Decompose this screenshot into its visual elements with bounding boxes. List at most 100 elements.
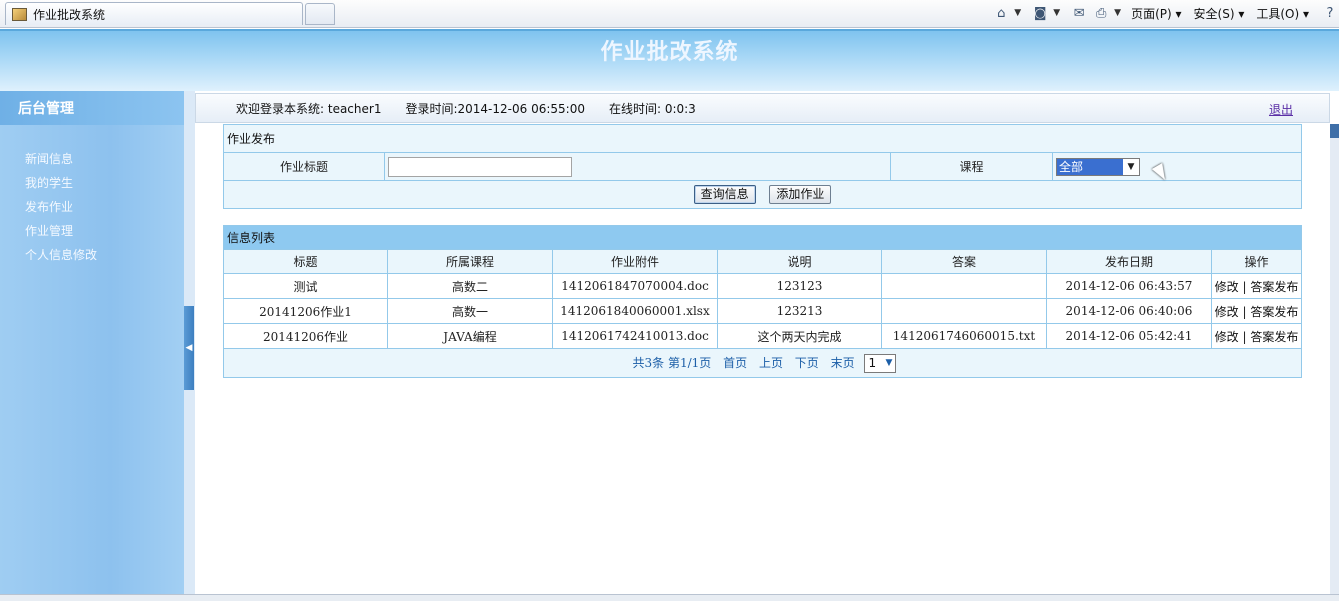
cell-date: 2014-12-06 06:43:57 [1046, 273, 1212, 299]
cell-answer[interactable]: 1412061746060015.txt [881, 323, 1047, 349]
cell-answer [881, 273, 1047, 299]
add-homework-button[interactable]: 添加作业 [769, 185, 832, 204]
course-select-value: 全部 [1057, 158, 1123, 175]
chevron-down-icon[interactable]: ▼ [1014, 8, 1021, 18]
scrollbar[interactable] [1330, 124, 1339, 594]
cell-answer [881, 298, 1047, 324]
pager-row: 共3条 第1/1页 首页 上页 下页 末页 1 ▼ [223, 348, 1302, 378]
page-favicon-icon [12, 7, 27, 21]
cell-description: 123213 [717, 298, 882, 324]
new-tab-button[interactable] [305, 3, 335, 25]
browser-tab-title: 作业批改系统 [33, 7, 106, 22]
command-bar: ⌂ ▼ ◙ ▼ ✉ ⎙ ▼ 页面(P) ▾ 安全(S) ▾ 工具(O) ▾ ? [992, 3, 1339, 23]
course-select-cell: 全部 ▼ [1052, 152, 1302, 181]
sidebar-item-my-students[interactable]: 我的学生 [25, 171, 184, 195]
pager-first[interactable]: 首页 [723, 356, 747, 370]
cell-title: 20141206作业 [223, 323, 388, 349]
chevron-down-icon: ▼ [1123, 158, 1139, 175]
sidebar-title: 后台管理 [0, 91, 184, 125]
form-buttons-cell: 查询信息 添加作业 [223, 180, 1302, 209]
login-time: 登录时间:2014-12-06 06:55:00 [405, 101, 585, 116]
chevron-left-icon: ◀ [185, 343, 193, 353]
publish-form-caption: 作业发布 [223, 124, 1302, 153]
scrollbar-thumb[interactable] [1330, 124, 1339, 138]
cell-title: 测试 [223, 273, 388, 299]
cell-course: 高数二 [387, 273, 553, 299]
help-icon[interactable]: ? [1321, 5, 1339, 21]
course-label: 课程 [890, 152, 1053, 181]
menu-safety[interactable]: 安全(S) ▾ [1194, 5, 1245, 22]
browser-tab[interactable]: 作业批改系统 [5, 2, 303, 25]
status-bar [0, 594, 1339, 601]
menu-tools[interactable]: 工具(O) ▾ [1256, 5, 1309, 22]
edit-link[interactable]: 修改 [1215, 330, 1239, 344]
main-content: 作业发布 作业标题 课程 全部 ▼ 查询信息 添加作业 信息列表 标题 所属课程… [195, 124, 1330, 594]
cell-attachment[interactable]: 1412061847070004.doc [552, 273, 718, 299]
sidebar-item-homework-manage[interactable]: 作业管理 [25, 219, 184, 243]
sidebar-item-profile-edit[interactable]: 个人信息修改 [25, 243, 184, 267]
course-select[interactable]: 全部 ▼ [1056, 157, 1140, 176]
pager-last[interactable]: 末页 [831, 356, 855, 370]
pager-summary: 共3条 第1/1页 [632, 355, 712, 370]
info-list-table: 信息列表 标题 所属课程 作业附件 说明 答案 发布日期 操作 测试 高数二 1… [223, 225, 1302, 378]
menu-page[interactable]: 页面(P) ▾ [1131, 5, 1181, 22]
pager-prev[interactable]: 上页 [759, 356, 783, 370]
publish-answer-link[interactable]: 答案发布 [1250, 305, 1298, 319]
table-row: 测试 高数二 1412061847070004.doc 123123 2014-… [223, 273, 1302, 299]
column-header: 操作 [1211, 249, 1302, 274]
chevron-down-icon: ▼ [885, 357, 893, 368]
site-title: 作业批改系统 [600, 39, 739, 65]
cell-attachment[interactable]: 1412061840060001.xlsx [552, 298, 718, 324]
logout-link[interactable]: 退出 [1269, 101, 1293, 118]
cell-attachment[interactable]: 1412061742410013.doc [552, 323, 718, 349]
title-input[interactable] [388, 156, 572, 177]
publish-answer-link[interactable]: 答案发布 [1250, 280, 1298, 294]
page-select-value: 1 [868, 355, 877, 370]
publish-answer-link[interactable]: 答案发布 [1250, 330, 1298, 344]
sidebar-collapse-handle[interactable]: ◀ [184, 306, 194, 390]
cell-course: JAVA编程 [387, 323, 553, 349]
cell-operations: 修改 | 答案发布 [1211, 298, 1302, 324]
cell-course: 高数一 [387, 298, 553, 324]
feeds-icon[interactable]: ◙ [1031, 5, 1049, 21]
cell-title: 20141206作业1 [223, 298, 388, 324]
column-header: 标题 [223, 249, 388, 274]
welcome-text: 欢迎登录本系统: teacher1 [236, 101, 382, 116]
user-info-bar: 欢迎登录本系统: teacher1 登录时间:2014-12-06 06:55:… [195, 93, 1330, 123]
cell-operations: 修改 | 答案发布 [1211, 323, 1302, 349]
cell-description: 123123 [717, 273, 882, 299]
edit-link[interactable]: 修改 [1215, 305, 1239, 319]
title-input-cell [384, 152, 891, 181]
query-button[interactable]: 查询信息 [693, 185, 756, 204]
table-row: 20141206作业 JAVA编程 1412061742410013.doc 这… [223, 323, 1302, 349]
title-label: 作业标题 [223, 152, 385, 181]
column-header: 答案 [881, 249, 1047, 274]
sidebar-item-news[interactable]: 新闻信息 [25, 147, 184, 171]
cell-operations: 修改 | 答案发布 [1211, 273, 1302, 299]
column-header: 作业附件 [552, 249, 718, 274]
pager-next[interactable]: 下页 [795, 356, 819, 370]
chevron-down-icon[interactable]: ▼ [1053, 8, 1060, 18]
site-header: 作业批改系统 [0, 29, 1339, 91]
pager: 共3条 第1/1页 首页 上页 下页 末页 1 ▼ [223, 348, 1302, 378]
sidebar-item-publish-homework[interactable]: 发布作业 [25, 195, 184, 219]
publish-form: 作业发布 作业标题 课程 全部 ▼ 查询信息 添加作业 [223, 124, 1302, 209]
cell-description: 这个两天内完成 [717, 323, 882, 349]
online-time: 在线时间: 0:0:3 [608, 101, 696, 116]
edit-link[interactable]: 修改 [1215, 280, 1239, 294]
home-icon[interactable]: ⌂ [992, 5, 1010, 21]
chevron-down-icon[interactable]: ▼ [1114, 8, 1121, 18]
sidebar: 后台管理 新闻信息 我的学生 发布作业 作业管理 个人信息修改 [0, 91, 184, 601]
info-list-caption: 信息列表 [223, 225, 1302, 250]
print-icon[interactable]: ⎙ [1092, 5, 1110, 21]
mail-icon[interactable]: ✉ [1070, 5, 1088, 21]
column-header: 发布日期 [1046, 249, 1212, 274]
sidebar-menu: 新闻信息 我的学生 发布作业 作业管理 个人信息修改 [0, 125, 184, 267]
table-header-row: 标题 所属课程 作业附件 说明 答案 发布日期 操作 [223, 249, 1302, 274]
cell-date: 2014-12-06 05:42:41 [1046, 323, 1212, 349]
cell-date: 2014-12-06 06:40:06 [1046, 298, 1212, 324]
column-header: 所属课程 [387, 249, 553, 274]
page-select[interactable]: 1 ▼ [864, 353, 897, 373]
browser-toolbar: 作业批改系统 ⌂ ▼ ◙ ▼ ✉ ⎙ ▼ 页面(P) ▾ 安全(S) ▾ 工具(O) … [0, 0, 1339, 28]
column-header: 说明 [717, 249, 882, 274]
